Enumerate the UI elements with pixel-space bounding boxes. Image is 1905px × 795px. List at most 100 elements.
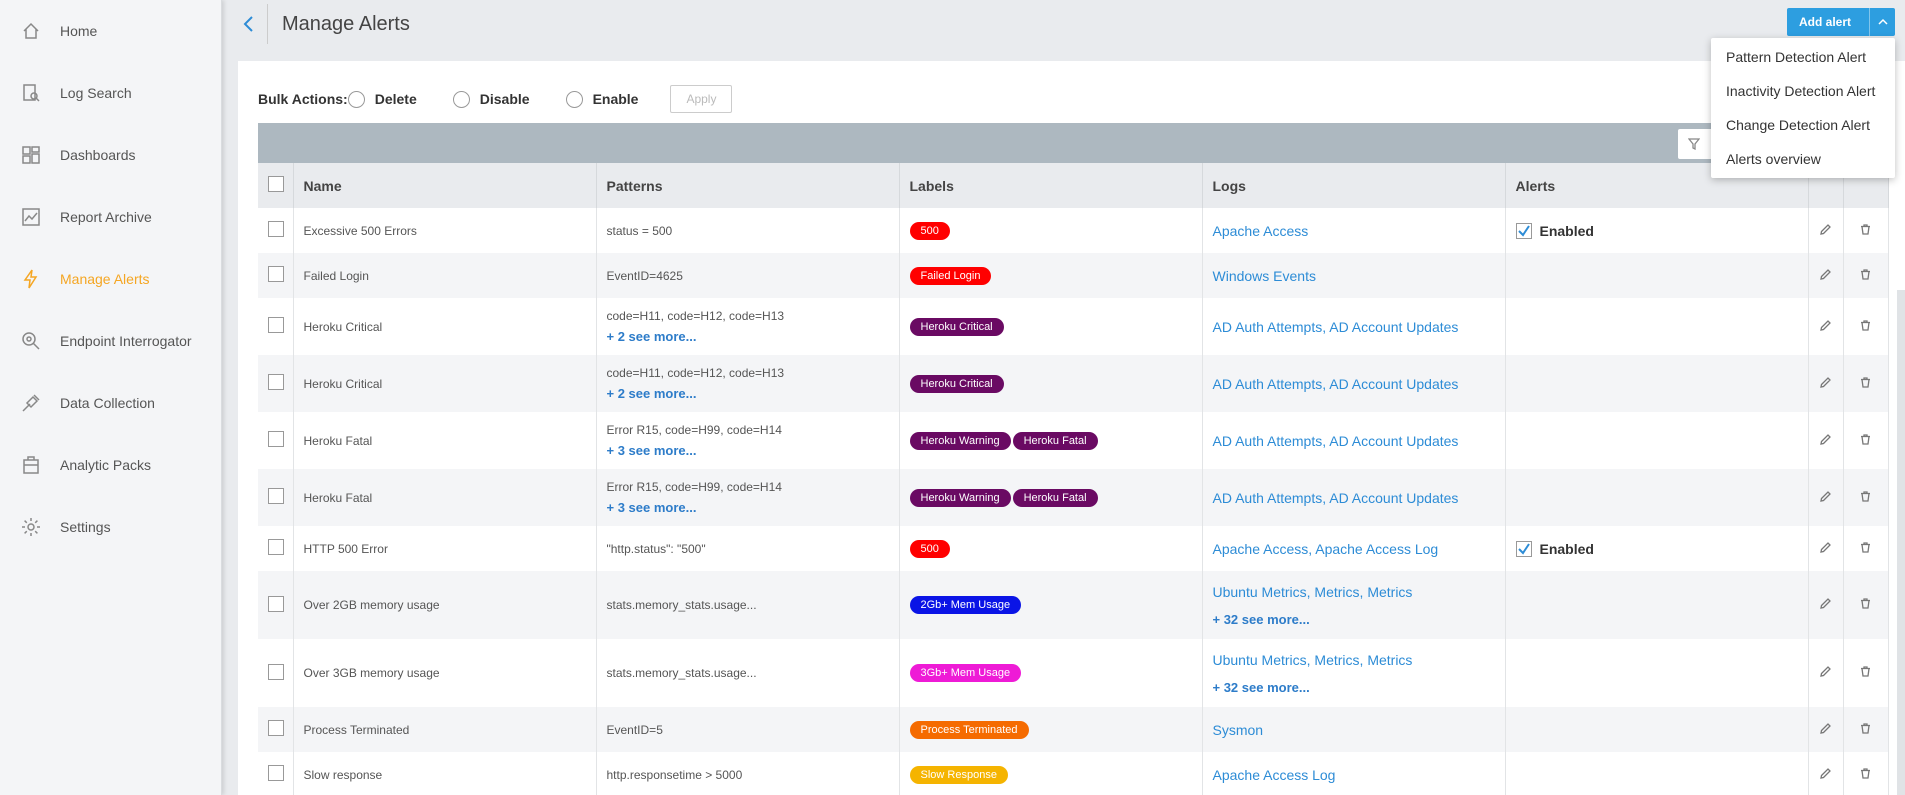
bulk-enable-option[interactable]: Enable [565, 90, 638, 108]
column-header-labels[interactable]: Labels [899, 163, 1203, 208]
alert-enabled-toggle[interactable]: Enabled [1515, 222, 1808, 239]
trash-icon[interactable] [1860, 223, 1871, 235]
alert-logs-link[interactable]: AD Auth Attempts, AD Account Updates [1213, 490, 1459, 506]
pencil-icon[interactable] [1820, 767, 1831, 779]
bulk-delete-radio[interactable] [347, 90, 365, 108]
alert-name: Heroku Critical [293, 298, 597, 355]
trash-icon[interactable] [1860, 268, 1871, 280]
table-row[interactable]: Failed Login EventID=4625 Failed Login Wind… [258, 253, 1889, 298]
trash-icon[interactable] [1860, 598, 1871, 609]
pencil-icon[interactable] [1820, 666, 1831, 677]
bulk-disable-option[interactable]: Disable [452, 90, 530, 108]
trash-icon[interactable] [1860, 319, 1871, 331]
bulk-enable-radio[interactable] [565, 90, 583, 108]
row-checkbox[interactable] [268, 266, 284, 282]
column-header-name[interactable]: Name [293, 163, 597, 208]
scrollbar[interactable] [1897, 290, 1905, 795]
row-checkbox[interactable] [268, 488, 284, 504]
pencil-icon[interactable] [1820, 223, 1831, 235]
select-all-checkbox[interactable] [268, 176, 284, 192]
pencil-icon[interactable] [1820, 598, 1831, 609]
table-row[interactable]: Heroku Critical code=H11, code=H12, code=… [258, 355, 1889, 412]
trash-icon[interactable] [1860, 376, 1871, 388]
sidebar-item-manage-alerts[interactable]: Manage Alerts [0, 248, 221, 310]
alert-logs-link[interactable]: Ubuntu Metrics, Metrics, Metrics [1213, 584, 1413, 600]
pencil-icon[interactable] [1820, 541, 1831, 553]
row-select-cell [258, 355, 294, 412]
row-checkbox[interactable] [268, 317, 284, 333]
apply-button[interactable]: Apply [670, 85, 733, 113]
table-row[interactable]: Heroku Fatal Error R15, code=H99, code=H1… [258, 469, 1889, 526]
sidebar-item-data-collection[interactable]: Data Collection [0, 372, 221, 434]
enabled-checkbox[interactable] [1515, 222, 1532, 239]
column-header-logs[interactable]: Logs [1202, 163, 1506, 208]
add-alert-button[interactable]: Add alert [1787, 8, 1895, 36]
patterns-see-more-link[interactable]: + 2 see more... [607, 386, 899, 401]
row-checkbox[interactable] [268, 720, 284, 736]
logs-see-more-link[interactable]: + 32 see more... [1213, 680, 1505, 695]
row-checkbox[interactable] [268, 374, 284, 390]
pencil-icon[interactable] [1820, 490, 1831, 502]
table-row[interactable]: Excessive 500 Errors status = 500 500 Apach… [258, 208, 1889, 253]
add-alert-toggle[interactable] [1869, 8, 1895, 36]
sidebar-item-label: Log Search [60, 85, 132, 101]
table-row[interactable]: Heroku Critical code=H11, code=H12, code=… [258, 298, 1889, 355]
menu-item-pattern-detection[interactable]: Pattern Detection Alert [1711, 40, 1895, 74]
sidebar-item-endpoint-interrogator[interactable]: Endpoint Interrogator [0, 310, 221, 372]
menu-item-change-detection[interactable]: Change Detection Alert [1711, 108, 1895, 142]
row-checkbox[interactable] [268, 765, 284, 781]
pencil-icon[interactable] [1820, 319, 1831, 331]
alert-logs-link[interactable]: Apache Access Log [1213, 767, 1336, 783]
pencil-icon[interactable] [1820, 433, 1831, 445]
alert-logs-link[interactable]: AD Auth Attempts, AD Account Updates [1213, 433, 1459, 449]
back-button[interactable] [230, 4, 268, 44]
sidebar-item-report-archive[interactable]: Report Archive [0, 186, 221, 248]
pencil-icon[interactable] [1820, 722, 1831, 734]
alert-logs-link[interactable]: Sysmon [1213, 722, 1264, 738]
row-checkbox[interactable] [268, 595, 284, 612]
pencil-icon[interactable] [1820, 376, 1831, 388]
alert-logs-link[interactable]: Apache Access [1213, 223, 1309, 239]
row-checkbox[interactable] [268, 221, 284, 237]
log-search-icon [20, 82, 42, 104]
logs-see-more-link[interactable]: + 32 see more... [1213, 612, 1505, 627]
sidebar-item-analytic-packs[interactable]: Analytic Packs [0, 434, 221, 496]
trash-icon[interactable] [1860, 767, 1871, 779]
table-row[interactable]: Over 2GB memory usage stats.memory_stats.… [258, 571, 1889, 639]
alert-logs-link[interactable]: Apache Access, Apache Access Log [1213, 541, 1439, 557]
sidebar-item-home[interactable]: Home [0, 0, 221, 62]
trash-icon[interactable] [1860, 666, 1871, 677]
bulk-disable-radio[interactable] [452, 90, 470, 108]
sidebar-item-settings[interactable]: Settings [0, 496, 221, 558]
alert-enabled-toggle[interactable]: Enabled [1515, 540, 1808, 557]
row-checkbox[interactable] [268, 431, 284, 447]
menu-item-inactivity-detection[interactable]: Inactivity Detection Alert [1711, 74, 1895, 108]
alert-logs-link[interactable]: Ubuntu Metrics, Metrics, Metrics [1213, 652, 1413, 668]
alert-logs-link[interactable]: AD Auth Attempts, AD Account Updates [1213, 376, 1459, 392]
sidebar-item-log-search[interactable]: Log Search [0, 62, 221, 124]
alert-logs-link[interactable]: AD Auth Attempts, AD Account Updates [1213, 319, 1459, 335]
menu-item-alerts-overview[interactable]: Alerts overview [1711, 142, 1895, 176]
table-row[interactable]: Over 3GB memory usage stats.memory_stats.… [258, 639, 1889, 707]
table-row[interactable]: Heroku Fatal Error R15, code=H99, code=H1… [258, 412, 1889, 469]
trash-icon[interactable] [1860, 490, 1871, 502]
patterns-see-more-link[interactable]: + 3 see more... [607, 500, 899, 515]
alert-patterns-cell: code=H11, code=H12, code=H13 + 2 see more… [596, 298, 900, 355]
row-checkbox[interactable] [268, 663, 284, 680]
table-row[interactable]: HTTP 500 Error "http.status": "500" 500 Apa… [258, 526, 1889, 571]
table-row[interactable]: Process Terminated EventID=5 Process Termi… [258, 707, 1889, 752]
enabled-checkbox[interactable] [1515, 540, 1532, 557]
column-header-patterns[interactable]: Patterns [596, 163, 900, 208]
table-row[interactable]: Slow response http.responsetime > 5000 Slo… [258, 752, 1889, 795]
row-checkbox[interactable] [268, 539, 284, 555]
alert-patterns-cell: "http.status": "500" [596, 526, 900, 571]
trash-icon[interactable] [1860, 722, 1871, 734]
trash-icon[interactable] [1860, 541, 1871, 553]
bulk-delete-option[interactable]: Delete [347, 90, 417, 108]
pencil-icon[interactable] [1820, 268, 1831, 280]
patterns-see-more-link[interactable]: + 3 see more... [607, 443, 899, 458]
alert-logs-link[interactable]: Windows Events [1213, 268, 1316, 284]
trash-icon[interactable] [1860, 433, 1871, 445]
patterns-see-more-link[interactable]: + 2 see more... [607, 329, 899, 344]
sidebar-item-dashboards[interactable]: Dashboards [0, 124, 221, 186]
